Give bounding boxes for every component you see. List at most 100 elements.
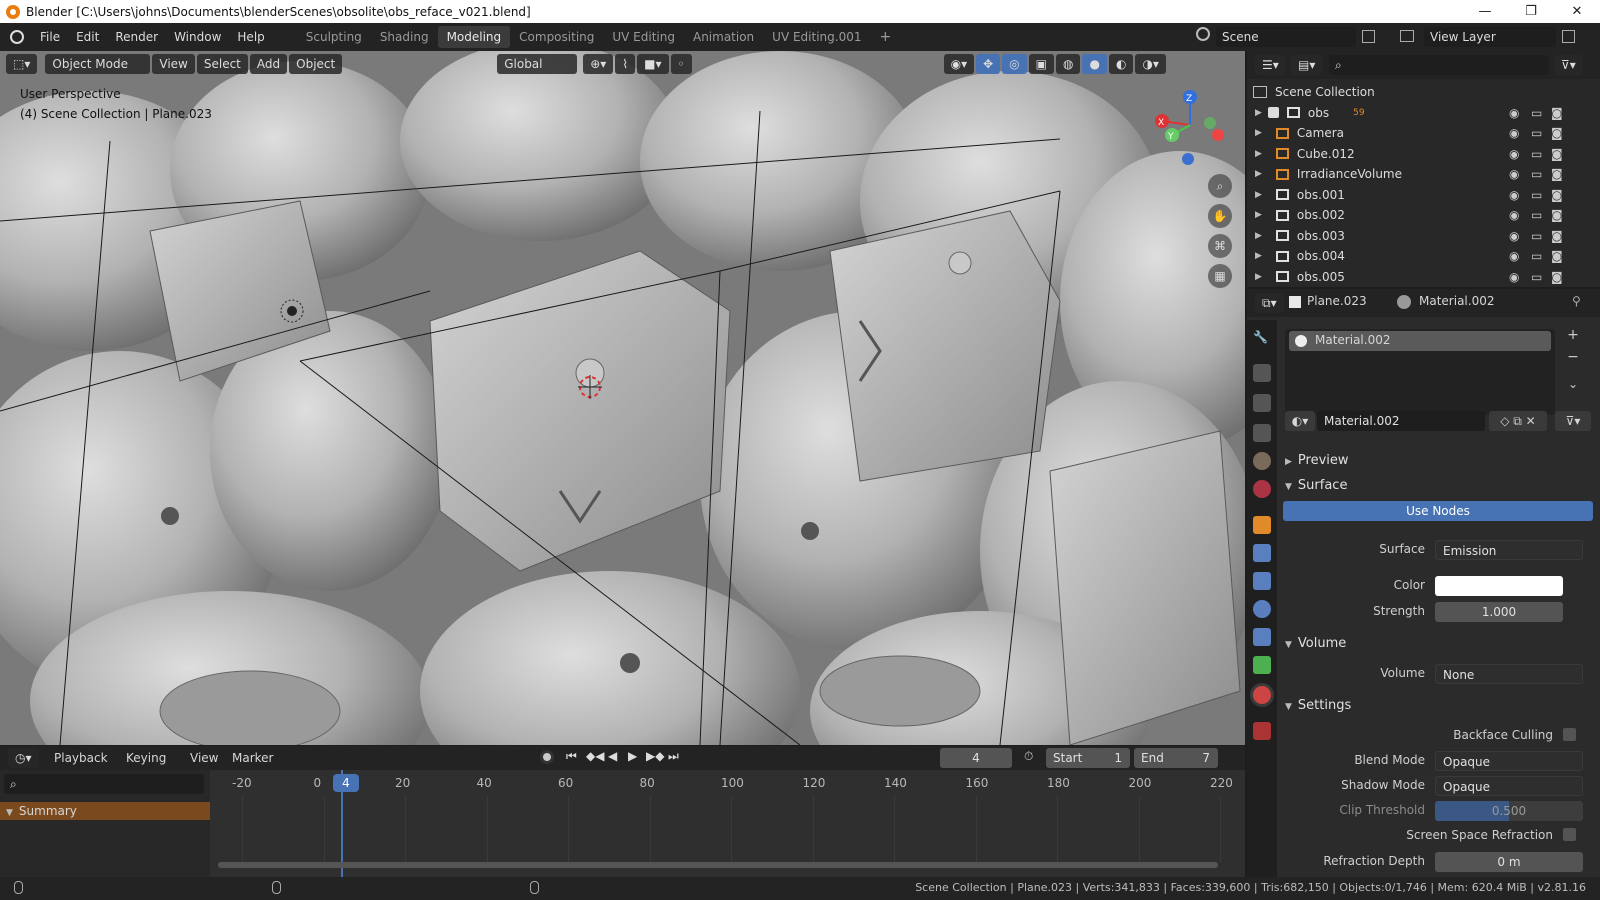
start-frame-field[interactable]: Start 1 — [1046, 748, 1130, 768]
blend-mode-dropdown[interactable]: Opaque — [1435, 751, 1583, 771]
overlay-toggle-icon[interactable]: ◎ — [1002, 54, 1027, 74]
scene-tab-icon[interactable] — [1253, 452, 1271, 470]
render-tab-icon[interactable] — [1253, 364, 1271, 382]
viewport-toggle-icon[interactable]: ▭ — [1531, 147, 1542, 161]
tab-sculpting[interactable]: Sculpting — [297, 26, 371, 48]
viewport-toggle-icon[interactable]: ▭ — [1531, 106, 1542, 120]
expand-icon[interactable]: ▶ — [1255, 128, 1262, 138]
emission-color-swatch[interactable] — [1435, 576, 1563, 596]
visibility-eye-icon[interactable]: ◉ — [1509, 167, 1519, 181]
panel-settings[interactable]: ▼ Settings — [1285, 698, 1351, 713]
view-layer-field[interactable]: View Layer — [1424, 27, 1556, 47]
timeline-area[interactable]: -20 0 20 40 60 80 100 120 140 160 180 200 220 4 — [210, 770, 1245, 877]
filter-icon[interactable]: ⊽▾ — [1554, 55, 1583, 75]
constraints-tab-icon[interactable] — [1253, 628, 1271, 646]
clip-threshold-slider[interactable]: 0.500 — [1435, 801, 1583, 821]
visibility-eye-icon[interactable]: ◉ — [1509, 106, 1519, 120]
render-toggle-icon[interactable]: ◙ — [1551, 249, 1563, 263]
next-key-icon[interactable]: ▶◆ — [646, 749, 664, 763]
tab-compositing[interactable]: Compositing — [510, 26, 603, 48]
expand-icon[interactable]: ▶ — [1255, 272, 1262, 282]
include-checkbox[interactable] — [1267, 107, 1279, 118]
orientation-dropdown[interactable]: Global — [497, 54, 578, 74]
jump-start-icon[interactable]: ⏮ — [566, 749, 577, 764]
render-toggle-icon[interactable]: ◙ — [1551, 208, 1563, 222]
visibility-eye-icon[interactable]: ◉ — [1509, 208, 1519, 222]
modifier-tab-icon[interactable] — [1253, 544, 1271, 562]
tab-modeling[interactable]: Modeling — [437, 26, 511, 48]
add-slot-button[interactable]: + — [1563, 327, 1583, 347]
pin-icon[interactable]: ⚲ — [1572, 294, 1581, 308]
outliner-item[interactable]: ▶ IrradianceVolume ◉ ▭ ◙ — [1247, 164, 1600, 185]
physics-tab-icon[interactable] — [1253, 600, 1271, 618]
blender-menu-icon[interactable] — [10, 30, 24, 44]
new-scene-icon[interactable] — [1362, 30, 1375, 43]
timeline-menu-playback[interactable]: Playback — [54, 751, 108, 765]
viewport-scene[interactable] — [0, 51, 1245, 745]
expand-icon[interactable]: ▶ — [1255, 108, 1262, 118]
material-slot-list[interactable]: Material.002 — [1285, 329, 1555, 415]
menu-render[interactable]: Render — [107, 23, 166, 51]
outliner-item[interactable]: ▶ obs.002 ◉ ▭ ◙ — [1247, 205, 1600, 226]
display-mode-icon[interactable]: ▤▾ — [1291, 55, 1323, 75]
viewport-menu-view[interactable]: View — [152, 54, 195, 74]
outliner-item[interactable]: ▶ obs.003 ◉ ▭ ◙ — [1247, 225, 1600, 246]
new-view-layer-icon[interactable] — [1562, 30, 1575, 43]
visibility-eye-icon[interactable]: ◉ — [1509, 126, 1519, 140]
viewport-toggle-icon[interactable]: ▭ — [1531, 249, 1542, 263]
minimize-button[interactable]: — — [1462, 0, 1508, 23]
outliner-root-row[interactable]: Scene Collection — [1247, 81, 1600, 102]
timeline-menu-keying[interactable]: Keying — [126, 751, 166, 765]
object-tab-icon[interactable] — [1253, 516, 1271, 534]
zoom-icon[interactable]: ⌕ — [1208, 174, 1232, 198]
surface-shader-field[interactable]: Emission — [1435, 540, 1583, 560]
render-toggle-icon[interactable]: ◙ — [1551, 106, 1563, 120]
slot-specials-icon[interactable]: ⌄ — [1563, 377, 1583, 397]
properties-editor-type-icon[interactable]: ⧉▾ — [1255, 293, 1284, 313]
menu-edit[interactable]: Edit — [68, 23, 107, 51]
current-frame-field[interactable]: 4 — [940, 748, 1012, 768]
shadow-mode-dropdown[interactable]: Opaque — [1435, 776, 1583, 796]
panel-volume[interactable]: ▼ Volume — [1285, 636, 1346, 651]
menu-file[interactable]: File — [32, 23, 68, 51]
summary-channel[interactable]: ▼ Summary — [0, 802, 210, 820]
refraction-depth-field[interactable]: 0 m — [1435, 852, 1583, 872]
remove-slot-button[interactable]: − — [1563, 349, 1583, 369]
timeline-menu-view[interactable]: View — [190, 751, 218, 765]
scene-field[interactable]: Scene — [1216, 27, 1356, 47]
output-tab-icon[interactable] — [1253, 394, 1271, 412]
preview-range-icon[interactable]: ⏱ — [1024, 749, 1033, 764]
tab-animation[interactable]: Animation — [684, 26, 763, 48]
data-tab-icon[interactable] — [1253, 656, 1271, 674]
jump-end-icon[interactable]: ⏭ — [668, 749, 679, 764]
viewport-toggle-icon[interactable]: ▭ — [1531, 270, 1542, 284]
outliner-item[interactable]: ▶ Camera ◉ ▭ ◙ — [1247, 123, 1600, 144]
render-toggle-icon[interactable]: ◙ — [1551, 167, 1563, 181]
expand-icon[interactable]: ▶ — [1255, 169, 1262, 179]
outliner-item[interactable]: ▶ obs.005 ◉ ▭ ◙ — [1247, 266, 1600, 287]
visibility-eye-icon[interactable]: ◉ — [1509, 188, 1519, 202]
browse-material-icon[interactable]: ◐▾ — [1285, 411, 1315, 431]
node-link-icon[interactable]: ⊽▾ — [1555, 411, 1591, 431]
timeline-editor-type-icon[interactable]: ◷▾ — [8, 748, 39, 768]
viewport-toggle-icon[interactable]: ▭ — [1531, 208, 1542, 222]
viewport-menu-object[interactable]: Object — [289, 54, 343, 74]
menu-help[interactable]: Help — [229, 23, 272, 51]
navigation-gizmo[interactable]: Z X Y — [1150, 85, 1230, 165]
prev-key-icon[interactable]: ◆◀ — [586, 749, 604, 763]
record-button[interactable] — [540, 750, 554, 764]
mode-dropdown[interactable]: Object Mode — [45, 54, 151, 74]
ortho-grid-icon[interactable]: ▦ — [1208, 264, 1232, 288]
tab-uv-editing[interactable]: UV Editing — [603, 26, 684, 48]
material-tab-icon[interactable] — [1253, 686, 1271, 704]
tab-shading[interactable]: Shading — [371, 26, 438, 48]
maximize-button[interactable]: ❐ — [1508, 0, 1554, 23]
texture-tab-icon[interactable] — [1253, 722, 1271, 740]
expand-icon[interactable]: ▶ — [1255, 210, 1262, 220]
visibility-icon[interactable]: ◉▾ — [943, 54, 975, 74]
outliner-item[interactable]: ▶ Cube.012 ◉ ▭ ◙ — [1247, 143, 1600, 164]
outliner-item[interactable]: ▶ obs.004 ◉ ▭ ◙ — [1247, 246, 1600, 267]
close-button[interactable]: ✕ — [1554, 0, 1600, 23]
outliner-item[interactable]: ▶ obs 59 ◉ ▭ ◙ — [1247, 102, 1600, 123]
visibility-eye-icon[interactable]: ◉ — [1509, 147, 1519, 161]
